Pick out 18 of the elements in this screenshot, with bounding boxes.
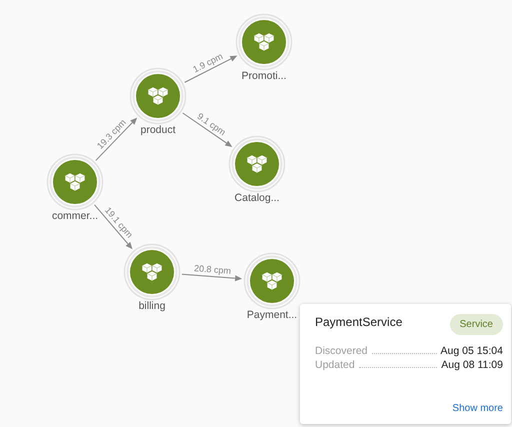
cubes-icon bbox=[254, 32, 274, 52]
node-label: billing bbox=[138, 300, 166, 312]
field-value: Aug 05 15:04 bbox=[440, 345, 503, 357]
cubes-icon bbox=[148, 86, 168, 106]
service-name: PaymentService bbox=[315, 314, 402, 328]
cubes-icon bbox=[142, 262, 162, 282]
field-label: Discovered bbox=[315, 345, 368, 357]
show-more-link[interactable]: Show more bbox=[452, 403, 503, 414]
node-label: Promoti... bbox=[242, 70, 286, 82]
cubes-icon bbox=[262, 272, 282, 290]
field-label: Updated bbox=[315, 359, 355, 371]
field-value: Aug 08 11:09 bbox=[441, 359, 503, 371]
cubes-icon bbox=[64, 172, 86, 192]
cubes-icon bbox=[246, 154, 268, 174]
type-badge: Service bbox=[450, 314, 503, 335]
node-label: Catalog... bbox=[234, 192, 280, 204]
node-label: product bbox=[140, 124, 176, 136]
node-label: Payment... bbox=[246, 309, 298, 321]
